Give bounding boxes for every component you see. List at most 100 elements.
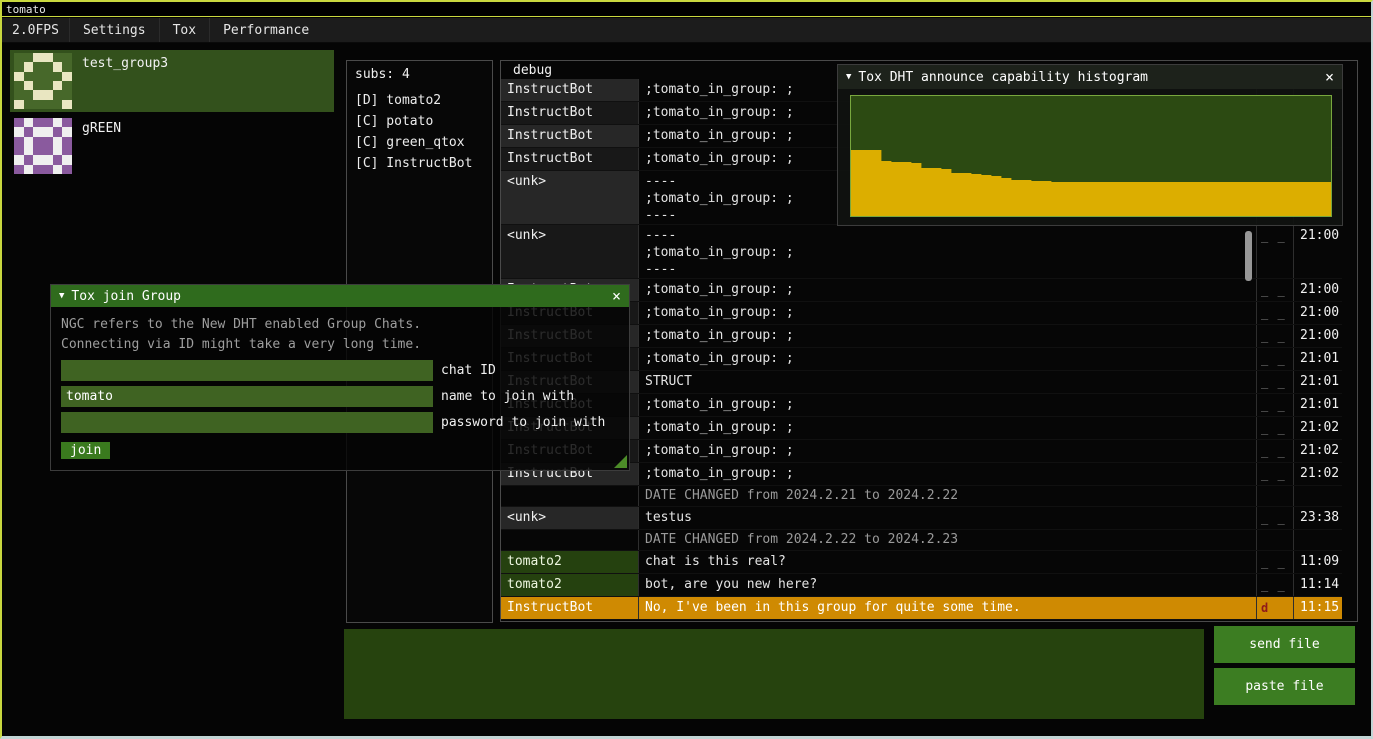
menu-items: SettingsToxPerformance: [69, 18, 322, 42]
close-icon[interactable]: ×: [612, 287, 621, 305]
delivery-marks: _ _: [1257, 279, 1294, 301]
timestamp: 21:02: [1294, 463, 1342, 485]
sub-item-InstructBot[interactable]: [C] InstructBot: [347, 153, 492, 174]
timestamp: 21:00: [1294, 302, 1342, 324]
date-separator-row[interactable]: DATE CHANGED from 2024.2.21 to 2024.2.22: [501, 486, 1342, 507]
join-name-input[interactable]: tomato: [61, 386, 433, 407]
sender-name: [501, 486, 639, 506]
timestamp: 21:02: [1294, 417, 1342, 439]
menu-item-settings[interactable]: Settings: [69, 18, 159, 42]
message-text: ;tomato_in_group: ;: [639, 394, 1257, 416]
delivery-marks: _ _: [1257, 551, 1294, 573]
join-password-input[interactable]: [61, 412, 433, 433]
dht-histogram-window: ▼ Tox DHT announce capability histogram …: [837, 64, 1343, 226]
sub-item-tomato2[interactable]: [D] tomato2: [347, 90, 492, 111]
message-row[interactable]: <unk>----;tomato_in_group: ;----_ _21:00: [501, 225, 1342, 279]
timestamp: 21:01: [1294, 348, 1342, 370]
send-file-button[interactable]: send file: [1214, 626, 1355, 663]
sub-item-potato[interactable]: [C] potato: [347, 111, 492, 132]
app-window: tomato 2.0FPS SettingsToxPerformance tes…: [0, 0, 1373, 739]
timestamp: 21:01: [1294, 394, 1342, 416]
sender-name: InstructBot: [501, 148, 639, 170]
histogram-window-title: Tox DHT announce capability histogram: [858, 70, 1148, 85]
message-row[interactable]: tomato2chat is this real?_ _11:09: [501, 551, 1342, 574]
group-avatar: [14, 53, 72, 109]
message-text: STRUCT: [639, 371, 1257, 393]
join-window-titlebar[interactable]: ▼ Tox join Group ×: [51, 285, 629, 307]
subs-list: [D] tomato2[C] potato[C] green_qtox[C] I…: [347, 90, 492, 174]
sub-item-green_qtox[interactable]: [C] green_qtox: [347, 132, 492, 153]
date-separator-text: DATE CHANGED from 2024.2.22 to 2024.2.23: [639, 530, 1257, 550]
delivery-marks: _ _: [1257, 507, 1294, 529]
timestamp: 11:14: [1294, 574, 1342, 596]
sender-name: <unk>: [501, 171, 639, 224]
timestamp: 21:00: [1294, 225, 1342, 278]
delivery-marks: _ _: [1257, 225, 1294, 278]
message-text: ;tomato_in_group: ;: [639, 417, 1257, 439]
delivery-flag: d: [1261, 601, 1268, 615]
delivery-marks: _ _: [1257, 371, 1294, 393]
delivery-marks: _ _: [1257, 325, 1294, 347]
close-icon[interactable]: ×: [1325, 68, 1334, 86]
sender-name: tomato2: [501, 551, 639, 573]
join-info-line-1: NGC refers to the New DHT enabled Group …: [61, 315, 619, 335]
dht-histogram-svg: [851, 96, 1331, 216]
menu-item-performance[interactable]: Performance: [209, 18, 322, 42]
sender-name: <unk>: [501, 507, 639, 529]
timestamp: 21:02: [1294, 440, 1342, 462]
group-avatar: [14, 118, 72, 174]
dht-histogram-plot: [850, 95, 1332, 217]
message-text: ----;tomato_in_group: ;----: [639, 225, 1257, 278]
message-text: No, I've been in this group for quite so…: [639, 597, 1257, 619]
histogram-window-titlebar[interactable]: ▼ Tox DHT announce capability histogram …: [838, 65, 1342, 89]
message-text: ;tomato_in_group: ;: [639, 302, 1257, 324]
resize-grip-icon[interactable]: [614, 455, 627, 468]
group-item-test_group3[interactable]: test_group3: [10, 50, 334, 112]
join-button[interactable]: join: [61, 442, 110, 459]
message-text: ;tomato_in_group: ;: [639, 348, 1257, 370]
join-group-window: ▼ Tox join Group × NGC refers to the New…: [50, 284, 630, 471]
subs-header: subs: 4: [347, 61, 492, 90]
message-input[interactable]: [344, 629, 1204, 719]
group-list: test_group3 gREEN: [10, 50, 334, 180]
group-item-gREEN[interactable]: gREEN: [10, 115, 334, 177]
join-name-label: name to join with: [441, 389, 574, 404]
message-row[interactable]: InstructBotNo, I've been in this group f…: [501, 597, 1342, 620]
window-title: tomato: [6, 3, 46, 16]
chat-id-input[interactable]: [61, 360, 433, 381]
join-password-label: password to join with: [441, 415, 605, 430]
message-text: chat is this real?: [639, 551, 1257, 573]
delivery-marks: _ _: [1257, 574, 1294, 596]
message-text: ;tomato_in_group: ;: [639, 325, 1257, 347]
timestamp: 23:38: [1294, 507, 1342, 529]
chat-scrollbar[interactable]: [1245, 231, 1252, 281]
sender-name: InstructBot: [501, 125, 639, 147]
sender-name: InstructBot: [501, 597, 639, 619]
timestamp: 21:00: [1294, 325, 1342, 347]
date-separator-row[interactable]: DATE CHANGED from 2024.2.22 to 2024.2.23: [501, 530, 1342, 551]
window-titlebar[interactable]: tomato: [2, 2, 1371, 17]
timestamp: [1294, 530, 1342, 550]
collapse-icon[interactable]: ▼: [846, 72, 851, 82]
message-text: ;tomato_in_group: ;: [639, 440, 1257, 462]
sender-name: InstructBot: [501, 79, 639, 101]
delivery-marks: _ _: [1257, 348, 1294, 370]
message-text: testus: [639, 507, 1257, 529]
fps-counter: 2.0FPS: [2, 23, 69, 38]
group-name: test_group3: [82, 56, 168, 71]
sender-name: <unk>: [501, 225, 639, 278]
join-info-line-2: Connecting via ID might take a very long…: [61, 335, 619, 355]
date-separator-text: DATE CHANGED from 2024.2.21 to 2024.2.22: [639, 486, 1257, 506]
sender-name: [501, 530, 639, 550]
menu-item-tox[interactable]: Tox: [159, 18, 209, 42]
timestamp: 21:01: [1294, 371, 1342, 393]
delivery-marks: _ _: [1257, 463, 1294, 485]
message-row[interactable]: <unk>testus_ _23:38: [501, 507, 1342, 530]
paste-file-button[interactable]: paste file: [1214, 668, 1355, 705]
message-row[interactable]: tomato2bot, are you new here?_ _11:14: [501, 574, 1342, 597]
join-window-title: Tox join Group: [71, 289, 181, 304]
chat-id-label: chat ID: [441, 363, 496, 378]
collapse-icon[interactable]: ▼: [59, 291, 64, 301]
delivery-marks: _ _: [1257, 394, 1294, 416]
message-text: bot, are you new here?: [639, 574, 1257, 596]
